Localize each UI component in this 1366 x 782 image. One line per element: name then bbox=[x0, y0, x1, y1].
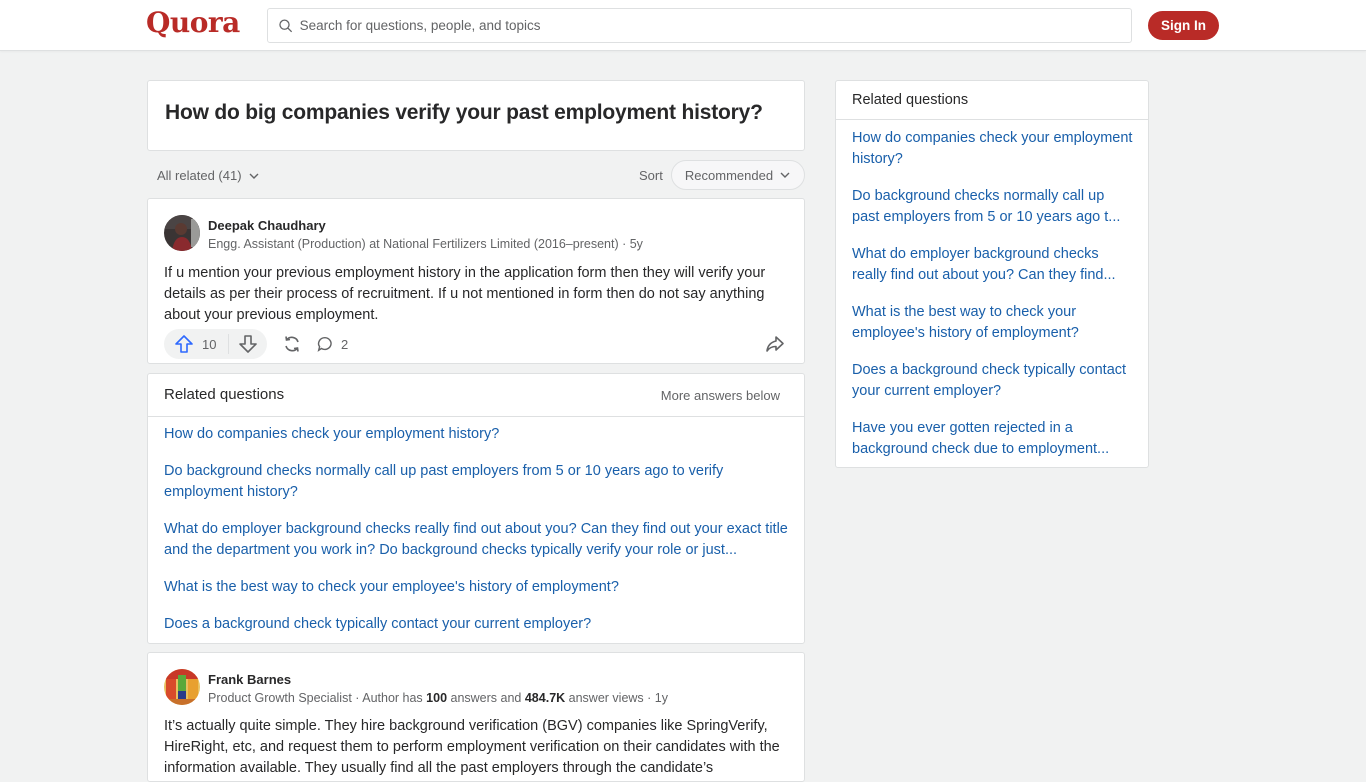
upvote-icon bbox=[175, 335, 193, 353]
author-credential: Product Growth Specialist · Author has 1… bbox=[208, 691, 668, 705]
filter-bar: All related (41) Sort Recommended bbox=[147, 160, 805, 192]
sidebar-related-questions: Related questions How do companies check… bbox=[835, 80, 1149, 468]
author-avatar[interactable] bbox=[164, 669, 200, 705]
comment-count: 2 bbox=[341, 336, 349, 352]
upvote-button[interactable]: 10 bbox=[164, 329, 228, 359]
search-icon bbox=[279, 19, 293, 32]
vote-pill: 10 bbox=[164, 329, 267, 359]
related-question-link[interactable]: Does a background check typically contac… bbox=[164, 614, 790, 635]
downvote-button[interactable] bbox=[229, 329, 267, 359]
downvote-icon bbox=[239, 335, 257, 353]
all-related-label: All related (41) bbox=[157, 168, 242, 183]
sidebar-question-link[interactable]: What is the best way to check your emplo… bbox=[852, 302, 1134, 344]
chevron-down-icon bbox=[249, 173, 259, 179]
sidebar-question-link[interactable]: Does a background check typically contac… bbox=[852, 360, 1134, 402]
answer-body: It’s actually quite simple. They hire ba… bbox=[164, 718, 780, 776]
sidebar-question-link[interactable]: How do companies check your employment h… bbox=[852, 128, 1134, 170]
answer-actions: 10 2 bbox=[164, 329, 790, 359]
related-question-link[interactable]: What do employer background checks reall… bbox=[164, 519, 790, 561]
related-question-link[interactable]: Do background checks normally call up pa… bbox=[164, 461, 790, 503]
answer-card: Deepak Chaudhary Engg. Assistant (Produc… bbox=[147, 198, 805, 364]
quora-logo[interactable]: Quora bbox=[146, 6, 240, 39]
views-count: 484.7K bbox=[524, 691, 566, 705]
comment-button[interactable]: 2 bbox=[316, 329, 348, 359]
sidebar-title: Related questions bbox=[852, 92, 969, 108]
related-questions-card: Related questions More answers below How… bbox=[147, 373, 805, 644]
chevron-down-icon bbox=[780, 172, 790, 178]
author-avatar[interactable] bbox=[164, 215, 200, 251]
related-question-link[interactable]: What is the best way to check your emplo… bbox=[164, 577, 790, 598]
top-header: Quora Sign In bbox=[0, 0, 1366, 51]
credential-mid: answers and bbox=[447, 691, 525, 705]
sidebar-list: How do companies check your employment h… bbox=[852, 128, 1134, 476]
author-credential: Engg. Assistant (Production) at National… bbox=[208, 237, 643, 251]
comment-icon bbox=[317, 336, 332, 352]
author-name[interactable]: Frank Barnes bbox=[208, 672, 291, 687]
credential-suffix: answer views · 1y bbox=[565, 691, 668, 705]
sort-label: Sort bbox=[639, 168, 663, 183]
related-questions-title: Related questions bbox=[164, 386, 285, 403]
share-icon bbox=[766, 336, 784, 352]
related-question-link[interactable]: How do companies check your employment h… bbox=[164, 424, 790, 445]
more-answers-below[interactable]: More answers below bbox=[661, 388, 780, 403]
question-title: How do big companies verify your past em… bbox=[165, 101, 763, 124]
question-card: How do big companies verify your past em… bbox=[147, 80, 805, 151]
sidebar-question-link[interactable]: Have you ever gotten rejected in a backg… bbox=[852, 418, 1134, 460]
all-related-dropdown[interactable]: All related (41) bbox=[157, 168, 260, 183]
search-input[interactable] bbox=[299, 18, 1131, 33]
search-box[interactable] bbox=[267, 8, 1132, 43]
answers-count: 100 bbox=[426, 691, 448, 705]
sidebar-header: Related questions bbox=[836, 81, 1148, 120]
answer-card: Frank Barnes Product Growth Specialist ·… bbox=[147, 652, 805, 782]
related-questions-list: How do companies check your employment h… bbox=[164, 424, 790, 651]
reshare-icon bbox=[285, 336, 299, 352]
sidebar-question-link[interactable]: What do employer background checks reall… bbox=[852, 244, 1134, 286]
related-questions-header: Related questions More answers below bbox=[148, 374, 804, 417]
answer-body: If u mention your previous employment hi… bbox=[164, 265, 766, 323]
sort-value: Recommended bbox=[684, 167, 774, 183]
credential-prefix: Product Growth Specialist · Author has bbox=[208, 691, 427, 705]
reshare-button[interactable] bbox=[277, 329, 307, 359]
sidebar-question-link[interactable]: Do background checks normally call up pa… bbox=[852, 186, 1134, 228]
upvote-count: 10 bbox=[202, 336, 217, 352]
author-name[interactable]: Deepak Chaudhary bbox=[208, 218, 326, 233]
sort-dropdown[interactable]: Recommended bbox=[671, 160, 805, 190]
sign-in-button[interactable]: Sign In bbox=[1148, 11, 1219, 40]
share-button[interactable] bbox=[760, 329, 790, 359]
